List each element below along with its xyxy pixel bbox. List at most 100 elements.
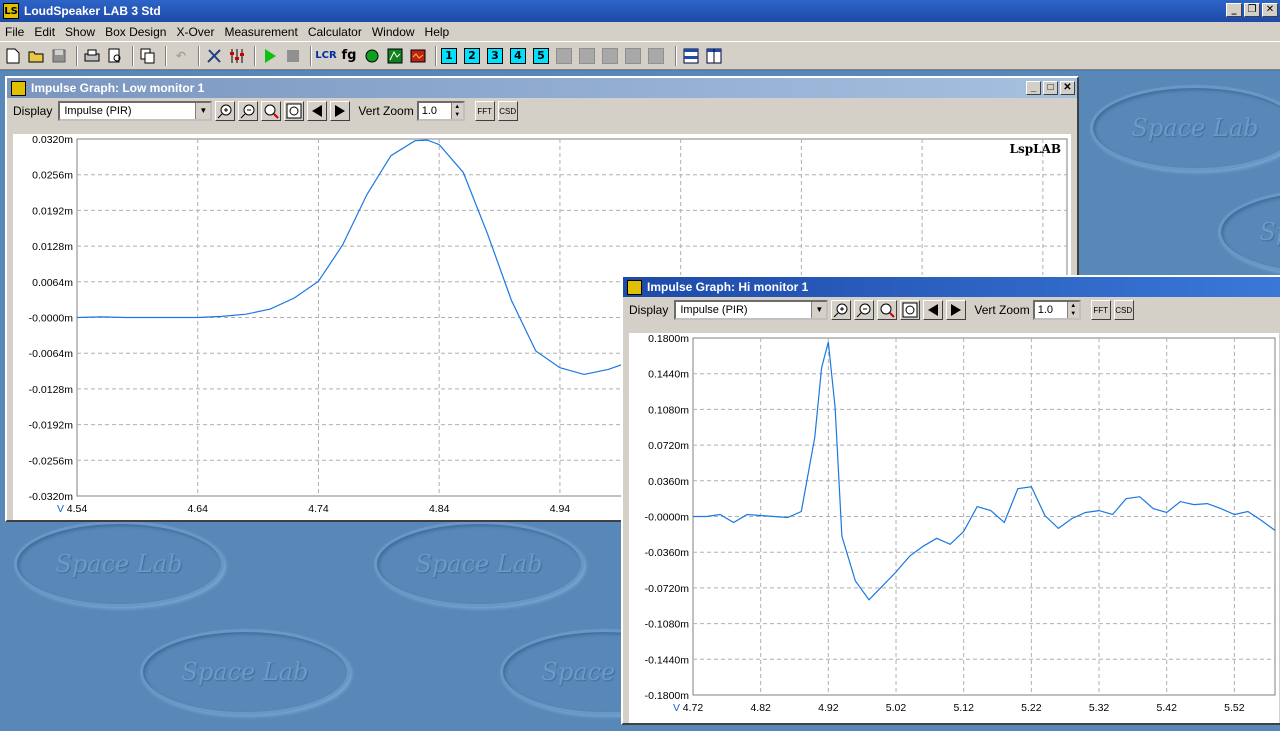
background-logo: Space Lab <box>1218 189 1280 275</box>
preset-4-button[interactable]: 4 <box>510 47 526 64</box>
window-titlebar[interactable]: Impulse Graph: Low monitor 1 _ □ ✕ <box>7 78 1077 98</box>
fft-button[interactable]: FFT <box>1090 300 1111 320</box>
disabled-button[interactable] <box>602 47 618 64</box>
x-tick-label: 4.82 <box>750 702 771 714</box>
disabled-button[interactable] <box>648 47 664 64</box>
background-logo: Space Lab <box>14 521 224 607</box>
y-tick-label: -0.0720m <box>645 583 690 595</box>
tile-horizontal-icon[interactable] <box>681 46 701 66</box>
scroll-right-icon[interactable] <box>330 101 351 121</box>
play-icon[interactable] <box>260 46 280 66</box>
close-button[interactable]: ✕ <box>1262 3 1278 17</box>
menu-box-design[interactable]: Box Design <box>100 25 171 39</box>
spin-icon[interactable]: ▲ ▼ <box>450 103 463 119</box>
y-tick-label: 0.0720m <box>648 440 689 452</box>
graph-icon[interactable] <box>385 46 405 66</box>
maximize-button[interactable]: □ <box>1043 81 1058 95</box>
preset-2-button[interactable]: 2 <box>464 47 480 64</box>
window-title: Impulse Graph: Low monitor 1 <box>31 81 205 95</box>
disabled-button[interactable] <box>579 47 595 64</box>
menu-calculator[interactable]: Calculator <box>303 25 367 39</box>
save-icon[interactable] <box>49 46 69 66</box>
app-titlebar[interactable]: LS LoudSpeaker LAB 3 Std _ ❐ ✕ <box>0 0 1280 22</box>
y-tick-label: -0.0360m <box>645 547 690 559</box>
vert-zoom-label: Vert Zoom <box>974 303 1030 317</box>
scroll-left-icon[interactable] <box>307 101 328 121</box>
new-file-icon[interactable] <box>3 46 23 66</box>
green-circle-icon[interactable] <box>362 46 382 66</box>
print-icon[interactable] <box>82 46 102 66</box>
toolbar-separator <box>165 45 167 66</box>
zoom-reset-icon[interactable] <box>877 300 898 320</box>
tile-vertical-icon[interactable] <box>704 46 724 66</box>
menu-help[interactable]: Help <box>420 25 455 39</box>
spin-icon[interactable]: ▲ ▼ <box>1066 302 1079 318</box>
open-folder-icon[interactable] <box>26 46 46 66</box>
fft-button[interactable]: FFT <box>474 101 495 121</box>
display-label: Display <box>13 104 53 118</box>
app-icon[interactable]: LS <box>3 3 19 19</box>
zoom-reset-icon[interactable] <box>261 101 282 121</box>
y-tick-label: -0.0064m <box>29 348 74 360</box>
vert-zoom-input[interactable]: 1.0 ▲ ▼ <box>416 101 465 121</box>
graph-toolbar: Display Impulse (PIR) ▼ Vert Zoom 1.0 ▲ ▼… <box>623 297 1280 323</box>
equalizer-icon[interactable] <box>227 46 247 66</box>
disabled-button[interactable] <box>556 47 572 64</box>
copy-icon[interactable] <box>138 46 158 66</box>
preset-5-button[interactable]: 5 <box>533 47 549 64</box>
fg-icon[interactable]: fg <box>339 46 359 66</box>
menu-edit[interactable]: Edit <box>29 25 60 39</box>
zoom-out-icon[interactable] <box>854 300 875 320</box>
zoom-in-icon[interactable] <box>215 101 236 121</box>
background-logo-text: Space Lab <box>55 550 183 578</box>
minimize-button[interactable]: _ <box>1026 81 1041 95</box>
scope-icon[interactable] <box>408 46 428 66</box>
y-tick-label: -0.1800m <box>645 690 690 702</box>
toolbar-separator <box>675 45 677 66</box>
zoom-fit-icon[interactable] <box>284 101 305 121</box>
x-tick-label: 4.94 <box>550 503 571 515</box>
menu-measurement[interactable]: Measurement <box>219 25 302 39</box>
plot-area[interactable]: 0.1800m 0.1440m 0.1080m 0.0720m 0.0360m -0.00… <box>629 333 1279 723</box>
y-tick-label: 0.1800m <box>648 333 689 345</box>
tools-icon[interactable] <box>204 46 224 66</box>
display-select-value: Impulse (PIR) <box>680 304 748 316</box>
vert-zoom-input[interactable]: 1.0 ▲ ▼ <box>1032 300 1081 320</box>
csd-button[interactable]: CSD <box>497 101 518 121</box>
zoom-in-icon[interactable] <box>831 300 852 320</box>
x-tick-label: 5.22 <box>1021 702 1042 714</box>
zoom-fit-icon[interactable] <box>900 300 921 320</box>
chevron-down-icon[interactable]: ▼ <box>811 302 827 318</box>
scroll-left-icon[interactable] <box>923 300 944 320</box>
display-select[interactable]: Impulse (PIR) ▼ <box>674 300 829 320</box>
y-tick-label: 0.0192m <box>32 205 73 217</box>
window-titlebar[interactable]: Impulse Graph: Hi monitor 1 <box>623 277 1280 297</box>
csd-button[interactable]: CSD <box>1113 300 1134 320</box>
y-tick-label: -0.0000m <box>645 512 690 524</box>
axis-corner-label: V <box>673 702 680 714</box>
impulse-graph-window-hi[interactable]: Impulse Graph: Hi monitor 1 Display Impu… <box>621 275 1280 725</box>
zoom-out-icon[interactable] <box>238 101 259 121</box>
menu-file[interactable]: File <box>0 25 29 39</box>
close-button[interactable]: ✕ <box>1060 81 1075 95</box>
y-tick-label: -0.0320m <box>29 491 74 503</box>
background-logo: Space Lab <box>140 629 350 715</box>
speaker-icon <box>11 80 26 96</box>
stop-icon[interactable] <box>283 46 303 66</box>
restore-button[interactable]: ❐ <box>1244 3 1260 17</box>
scroll-right-icon[interactable] <box>946 300 967 320</box>
print-preview-icon[interactable] <box>105 46 125 66</box>
display-select[interactable]: Impulse (PIR) ▼ <box>58 101 213 121</box>
disabled-button[interactable] <box>625 47 641 64</box>
menu-window[interactable]: Window <box>367 25 420 39</box>
preset-1-button[interactable]: 1 <box>441 47 457 64</box>
menu-show[interactable]: Show <box>60 25 100 39</box>
undo-icon[interactable]: ↶ <box>171 46 191 66</box>
chevron-down-icon[interactable]: ▼ <box>195 103 211 119</box>
impulse-chart-hi[interactable]: 0.1800m 0.1440m 0.1080m 0.0720m 0.0360m -0.00… <box>629 333 1279 723</box>
preset-3-button[interactable]: 3 <box>487 47 503 64</box>
lcr-icon[interactable]: LCR <box>315 46 336 66</box>
menu-x-over[interactable]: X-Over <box>171 25 219 39</box>
main-toolbar: ↶ LCR fg 1 2 3 4 5 <box>0 41 1280 70</box>
minimize-button[interactable]: _ <box>1226 3 1242 17</box>
